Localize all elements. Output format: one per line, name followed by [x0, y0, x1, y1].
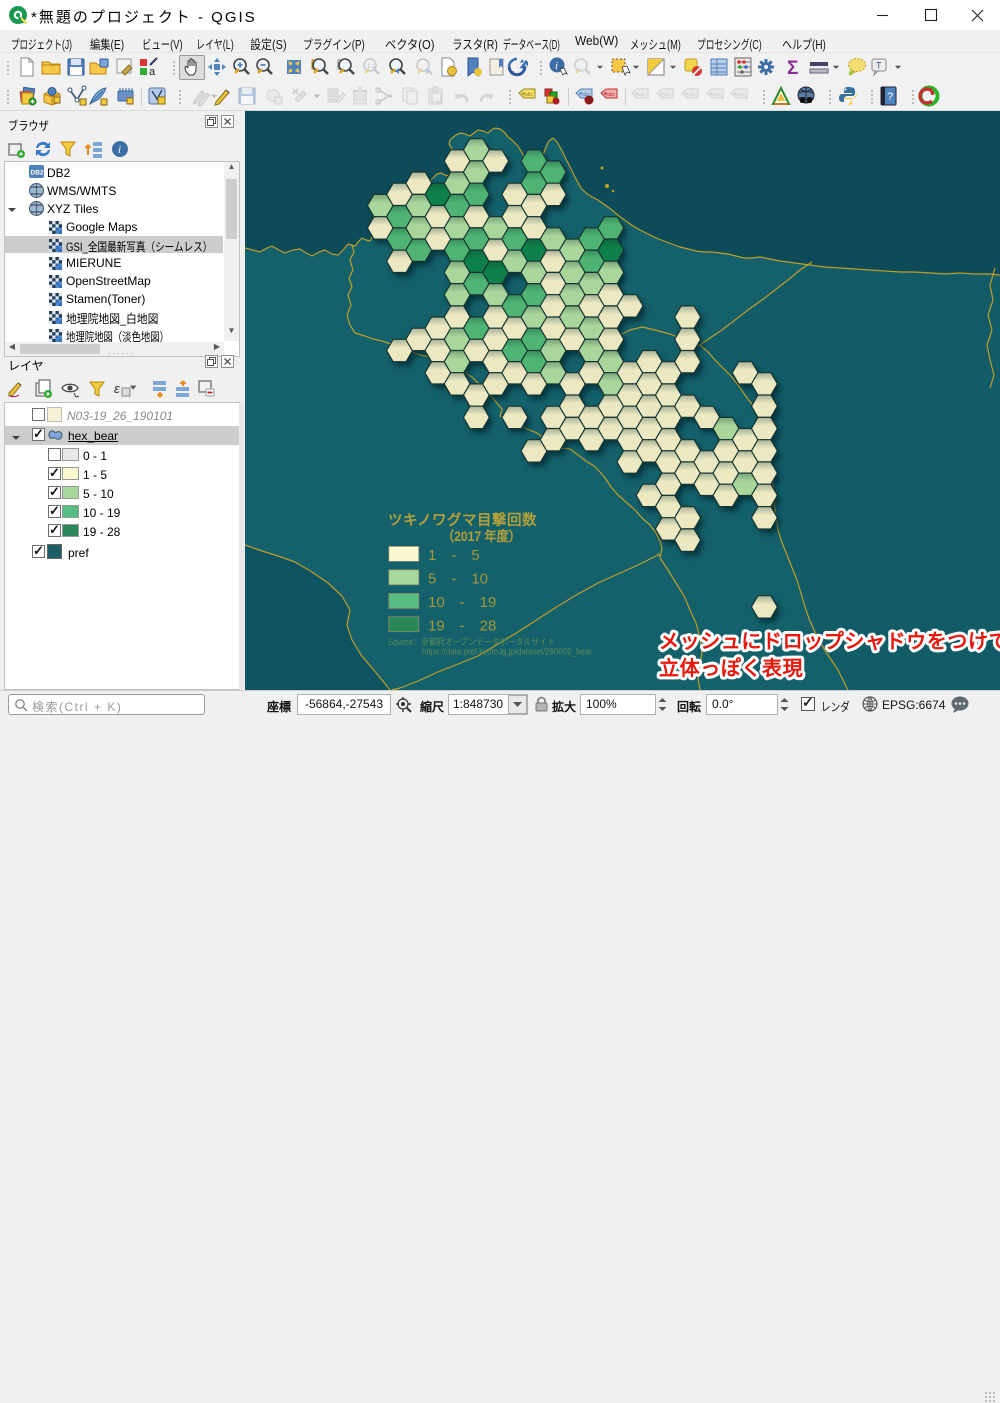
svg-text:DB2: DB2	[31, 170, 44, 177]
svg-text:1 - 5: 1 - 5	[428, 547, 480, 564]
svg-text:abc: abc	[737, 92, 746, 98]
svg-text:5 - 10: 5 - 10	[428, 571, 488, 588]
svg-text:T: T	[876, 61, 882, 71]
svg-text:1:1: 1:1	[367, 64, 376, 70]
svg-text:abc: abc	[525, 92, 534, 98]
svg-text:i: i	[555, 60, 558, 72]
svg-text:?: ?	[887, 91, 893, 103]
svg-text:abc: abc	[688, 92, 697, 98]
svg-text:i: i	[118, 144, 121, 156]
svg-text:19 - 28: 19 - 28	[428, 618, 496, 635]
svg-text:a: a	[149, 66, 156, 78]
svg-text:ツキノワグマ目撃回数: ツキノワグマ目撃回数	[388, 511, 537, 529]
svg-text:ε: ε	[114, 381, 120, 396]
svg-text:https://data.pref.kyoto.lg.jp/: https://data.pref.kyoto.lg.jp/dataset/26…	[422, 646, 592, 657]
svg-text:abc: abc	[638, 92, 647, 98]
svg-text:abc: abc	[713, 92, 722, 98]
svg-text:（2017 年度）: （2017 年度）	[442, 528, 521, 544]
svg-text:立体っぽく表現: 立体っぽく表現	[659, 656, 803, 680]
svg-text:メッシュにドロップシャドウをつけて: メッシュにドロップシャドウをつけて	[659, 630, 1000, 653]
svg-text:abc: abc	[663, 92, 672, 98]
svg-text:abc: abc	[607, 92, 616, 98]
svg-text:10 - 19: 10 - 19	[428, 594, 496, 611]
svg-text:Σ: Σ	[787, 58, 798, 78]
